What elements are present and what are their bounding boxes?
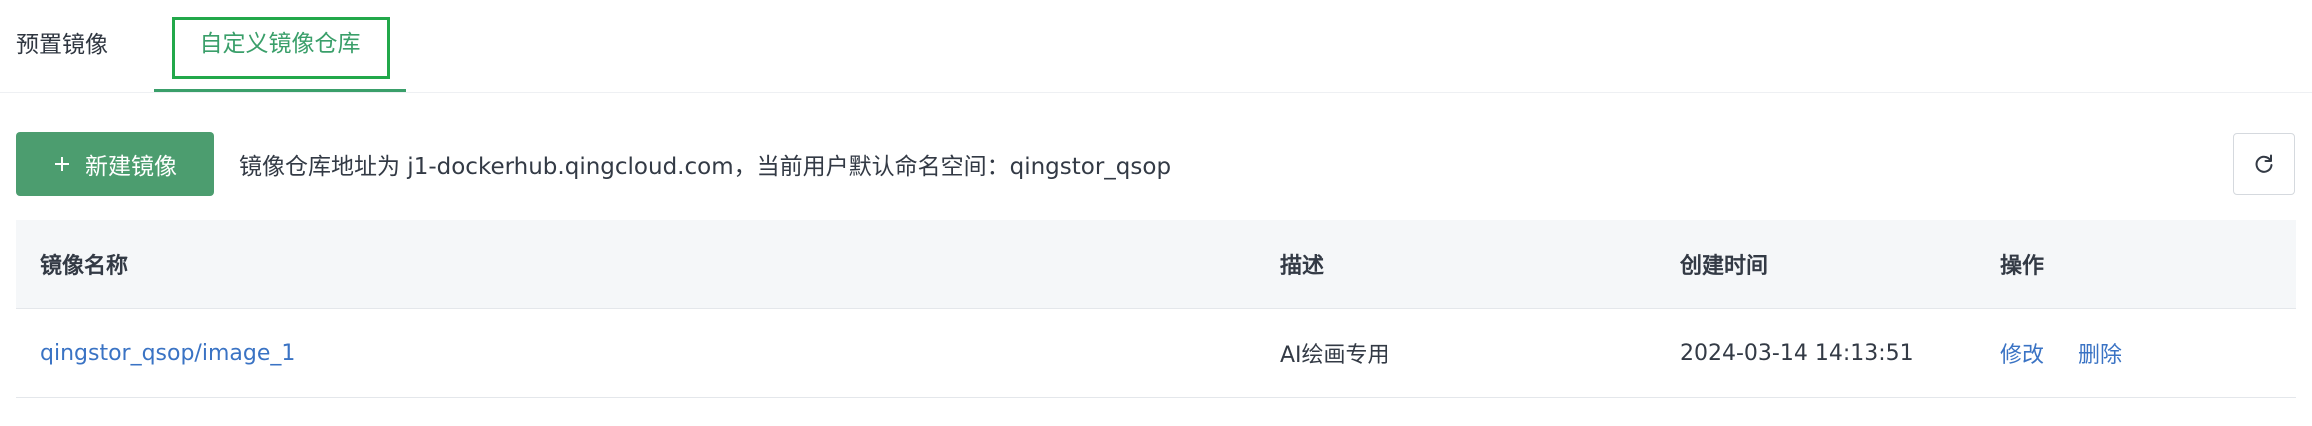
row-actions: 修改 删除 [2000, 309, 2122, 397]
image-name-link[interactable]: qingstor_qsop/image_1 [40, 341, 295, 366]
tab-bar: 预置镜像 自定义镜像仓库 [0, 0, 2312, 93]
column-header-created: 创建时间 [1680, 254, 1769, 279]
column-header-actions: 操作 [2000, 254, 2045, 279]
image-description: AI绘画专用 [1280, 343, 1390, 368]
refresh-button[interactable] [2233, 133, 2295, 195]
plus-icon [55, 157, 69, 171]
delete-link[interactable]: 删除 [2078, 337, 2122, 369]
table-header: 镜像名称 描述 创建时间 操作 [16, 220, 2296, 309]
tab-custom-registry[interactable]: 自定义镜像仓库 [154, 0, 406, 92]
column-header-name: 镜像名称 [40, 254, 129, 279]
image-created-time: 2024-03-14 14:13:51 [1680, 340, 1914, 366]
image-table: 镜像名称 描述 创建时间 操作 qingstor_qsop/image_1 AI… [16, 220, 2296, 398]
edit-link[interactable]: 修改 [2000, 337, 2044, 369]
refresh-icon [2255, 154, 2273, 173]
new-image-label: 新建镜像 [85, 154, 177, 180]
table-row: qingstor_qsop/image_1 AI绘画专用 2024-03-14 … [16, 309, 2296, 398]
column-header-description: 描述 [1280, 254, 1325, 279]
tab-preset-label: 预置镜像 [16, 32, 108, 58]
tab-preset-images[interactable]: 预置镜像 [16, 0, 108, 88]
new-image-button[interactable]: 新建镜像 [16, 132, 214, 196]
registry-info-text: 镜像仓库地址为 j1-dockerhub.qingcloud.com，当前用户默… [239, 154, 1172, 180]
tab-custom-label: 自定义镜像仓库 [199, 30, 361, 57]
